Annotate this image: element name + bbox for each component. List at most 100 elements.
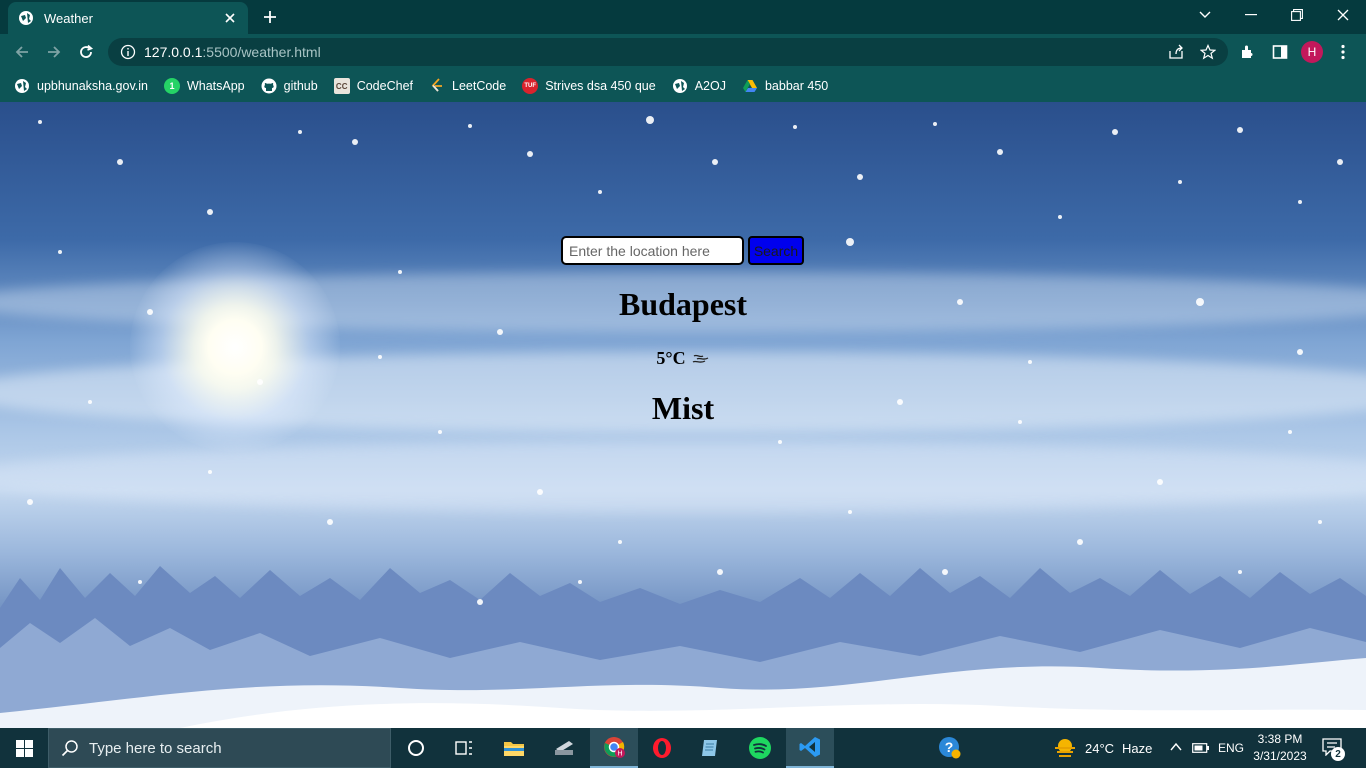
reload-button[interactable] <box>74 40 98 64</box>
bookmark-a2oj[interactable]: A2OJ <box>672 78 726 94</box>
location-search-input[interactable] <box>561 236 744 265</box>
svg-text:H: H <box>617 751 622 758</box>
input-language[interactable]: ENG <box>1218 741 1244 755</box>
clock-time: 3:38 PM <box>1257 732 1303 746</box>
bookmark-whatsapp[interactable]: 1 WhatsApp <box>163 78 245 94</box>
haze-weather-icon[interactable] <box>1053 737 1077 759</box>
bookmark-label: github <box>283 79 318 93</box>
notification-center-button[interactable]: 2 <box>1322 738 1346 761</box>
tuf-icon: TUF <box>522 78 539 94</box>
url-host: 127.0.0.1 <box>144 44 203 60</box>
folder-icon <box>504 742 524 756</box>
notepad-icon <box>702 740 717 756</box>
file-explorer-button[interactable] <box>490 728 538 768</box>
taskbar-search-placeholder: Type here to search <box>89 739 222 757</box>
weather-condition: Mist <box>651 390 715 426</box>
spotify-taskbar-button[interactable] <box>736 728 784 768</box>
bookmark-leetcode[interactable]: LeetCode <box>429 78 506 94</box>
close-tab-icon[interactable] <box>222 10 238 26</box>
bookmark-upbhunaksha[interactable]: upbhunaksha.gov.in <box>14 78 148 94</box>
share-icon[interactable] <box>1166 42 1186 62</box>
search-icon <box>61 740 78 757</box>
tab-weather[interactable]: Weather <box>8 2 248 34</box>
bookmark-label: A2OJ <box>694 79 726 93</box>
menu-kebab-icon[interactable] <box>1333 42 1353 62</box>
task-view-icon <box>455 741 472 755</box>
vscode-icon <box>799 737 820 757</box>
plus-icon <box>264 11 276 23</box>
globe-icon <box>672 79 687 93</box>
chevron-up-icon[interactable] <box>1170 742 1182 752</box>
taskbar-search-box[interactable]: Type here to search <box>48 728 391 768</box>
codechef-icon: CC <box>333 78 350 94</box>
bookmark-label: LeetCode <box>452 79 507 93</box>
bookmark-label: Strives dsa 450 que <box>545 79 656 93</box>
restore-icon <box>1291 9 1303 21</box>
bookmark-label: babbar 450 <box>764 79 829 93</box>
url-path: :5500/weather.html <box>202 44 321 60</box>
weather-temperature[interactable]: 24°C <box>1085 741 1114 756</box>
close-window-button[interactable] <box>1320 0 1366 30</box>
bookmark-codechef[interactable]: CC CodeChef <box>333 78 413 94</box>
back-button[interactable] <box>10 40 34 64</box>
weather-description[interactable]: Haze <box>1122 741 1152 756</box>
notification-count-badge: 2 <box>1331 747 1345 761</box>
weather-page: Search Budapest 5°C Mist <box>0 102 1366 728</box>
bookmark-star-icon[interactable] <box>1198 42 1218 62</box>
close-icon <box>1337 9 1349 21</box>
bookmark-label: WhatsApp <box>186 79 245 93</box>
restore-button[interactable] <box>1274 0 1320 30</box>
browser-toolbar: 127.0.0.1:5500/weather.html <box>0 34 1366 70</box>
search-button[interactable]: Search <box>748 236 804 265</box>
temperature-value: 5°C <box>656 348 686 368</box>
new-tab-button[interactable] <box>258 6 282 28</box>
help-app-button[interactable]: ? <box>926 728 974 768</box>
github-icon <box>261 78 277 94</box>
cortana-button[interactable] <box>392 728 440 768</box>
bookmark-github[interactable]: github <box>261 78 318 94</box>
windows-logo-icon <box>15 739 33 757</box>
tab-title: Weather <box>44 10 93 26</box>
minimize-button[interactable] <box>1228 0 1274 30</box>
tab-strip: Weather <box>0 0 1366 34</box>
printer-app-button[interactable] <box>540 728 588 768</box>
search-form: Search <box>561 236 804 265</box>
opera-taskbar-button[interactable] <box>638 728 686 768</box>
clock-date: 3/31/2023 <box>1253 749 1307 763</box>
bookmarks-bar: upbhunaksha.gov.in 1 WhatsApp github CC … <box>0 70 1366 102</box>
spotify-icon <box>749 737 771 759</box>
scanner-icon <box>555 741 573 755</box>
globe-icon <box>19 11 33 25</box>
bookmark-babbar[interactable]: babbar 450 <box>742 78 828 94</box>
chrome-taskbar-button[interactable]: H <box>590 728 638 768</box>
start-button[interactable] <box>0 728 48 768</box>
extensions-icon[interactable] <box>1238 42 1258 62</box>
tab-search-button[interactable] <box>1182 0 1228 30</box>
notepad-app-button[interactable] <box>686 728 734 768</box>
leetcode-icon <box>431 78 442 92</box>
forward-button[interactable] <box>42 40 66 64</box>
arrow-left-icon <box>15 46 28 58</box>
vscode-taskbar-button[interactable] <box>786 728 834 768</box>
city-name: Budapest <box>618 286 748 322</box>
taskbar-clock[interactable]: 3:38 PM 3/31/2023 <box>1250 731 1310 765</box>
globe-icon <box>15 79 29 93</box>
side-panel-icon[interactable] <box>1270 42 1290 62</box>
arrow-right-icon <box>48 46 61 58</box>
chrome-icon: H <box>604 737 625 758</box>
bookmark-strivers[interactable]: TUF Strives dsa 450 que <box>522 78 656 94</box>
drive-icon <box>742 80 757 92</box>
help-icon: ? <box>939 737 961 759</box>
opera-icon <box>653 738 671 758</box>
task-view-button[interactable] <box>440 728 488 768</box>
profile-avatar[interactable]: H <box>1301 41 1323 63</box>
chevron-down-icon <box>1199 11 1211 18</box>
info-icon[interactable] <box>120 44 136 60</box>
address-bar[interactable]: 127.0.0.1:5500/weather.html <box>108 38 1228 66</box>
whatsapp-icon: 1 <box>163 78 180 94</box>
battery-icon[interactable] <box>1192 743 1210 753</box>
windows-taskbar: Type here to search H ? 24°C Haze ENG 3:… <box>0 728 1366 768</box>
bookmark-label: upbhunaksha.gov.in <box>37 79 148 93</box>
minimize-icon <box>1245 14 1257 16</box>
reload-icon <box>80 44 94 58</box>
